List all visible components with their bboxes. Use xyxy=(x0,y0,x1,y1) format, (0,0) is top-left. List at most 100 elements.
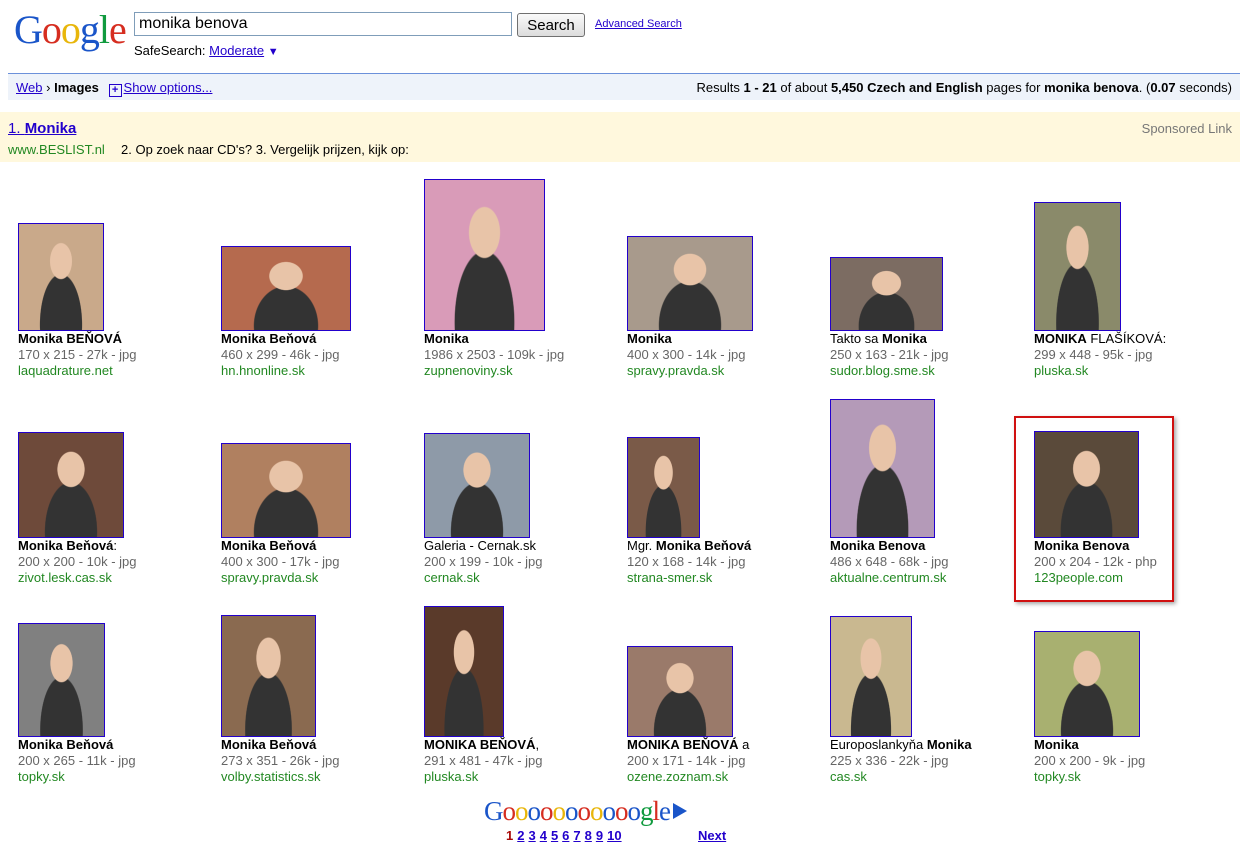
image-title: Monika xyxy=(627,331,672,346)
image-meta: 200 x 200 - 10k - jpg xyxy=(18,554,137,569)
image-thumbnail[interactable] xyxy=(1034,631,1140,737)
image-meta: 120 x 168 - 14k - jpg xyxy=(627,554,746,569)
image-thumbnail[interactable] xyxy=(424,606,504,737)
breadcrumb-separator: › xyxy=(46,80,51,95)
advanced-search-link[interactable]: Advanced Search xyxy=(595,18,682,30)
image-meta: 299 x 448 - 95k - jpg xyxy=(1034,347,1153,362)
image-meta: 291 x 481 - 47k - jpg xyxy=(424,753,543,768)
image-title: Monika Beňová xyxy=(221,737,317,752)
image-domain: ozene.zoznam.sk xyxy=(627,769,729,784)
ad-description: 2. Op zoek naar CD's? 3. Vergelijk prijz… xyxy=(121,142,409,157)
image-thumbnail[interactable] xyxy=(424,433,530,538)
ad-url: www.BESLIST.nl xyxy=(8,142,105,157)
image-title: MONIKA FLAŠÍKOVÁ: xyxy=(1034,331,1167,346)
image-domain: strana-smer.sk xyxy=(627,570,713,585)
image-thumbnail[interactable] xyxy=(1034,202,1121,331)
image-title: Takto sa Monika xyxy=(830,331,927,346)
image-meta: 400 x 300 - 14k - jpg xyxy=(627,347,746,362)
search-button[interactable]: Search xyxy=(517,13,585,37)
image-domain: pluska.sk xyxy=(1034,363,1089,378)
image-title: Monika xyxy=(1034,737,1079,752)
show-options-link[interactable]: Show options... xyxy=(124,80,213,95)
image-domain: laquadrature.net xyxy=(18,363,113,378)
page-link[interactable]: 6 xyxy=(562,828,569,843)
image-domain: hn.hnonline.sk xyxy=(221,363,305,378)
page-link[interactable]: 4 xyxy=(540,828,547,843)
image-title: MONIKA BEŇOVÁ, xyxy=(424,737,540,752)
image-meta: 200 x 265 - 11k - jpg xyxy=(18,753,136,768)
image-domain: pluska.sk xyxy=(424,769,479,784)
image-meta: 200 x 171 - 14k - jpg xyxy=(627,753,746,768)
image-meta: 170 x 215 - 27k - jpg xyxy=(18,347,137,362)
image-meta: 1986 x 2503 - 109k - jpg xyxy=(424,347,565,362)
image-domain: zupnenoviny.sk xyxy=(424,363,513,378)
image-title: Monika Benova xyxy=(830,538,926,553)
page-link[interactable]: 3 xyxy=(528,828,535,843)
image-thumbnail[interactable] xyxy=(221,443,351,538)
image-title: Europoslankyňa Monika xyxy=(830,737,972,752)
ad-title-link[interactable]: 1. Monika xyxy=(8,120,76,137)
image-thumbnail[interactable] xyxy=(18,223,104,331)
image-title: Monika xyxy=(424,331,469,346)
page-numbers: 1 2 3 4 5 6 7 8 9 10 xyxy=(506,828,626,843)
image-thumbnail[interactable] xyxy=(424,179,545,331)
safesearch-label: SafeSearch: xyxy=(134,43,206,58)
image-title: Galeria - Cernak.sk xyxy=(424,538,536,553)
image-thumbnail[interactable] xyxy=(627,437,700,538)
image-meta: 250 x 163 - 21k - jpg xyxy=(830,347,949,362)
page-link[interactable]: 10 xyxy=(607,828,621,843)
image-meta: 400 x 300 - 17k - jpg xyxy=(221,554,340,569)
image-domain: volby.statistics.sk xyxy=(221,769,321,784)
pagination: Gooooooooooogle 1 2 3 4 5 6 7 8 9 10 Next xyxy=(484,796,744,843)
image-domain: topky.sk xyxy=(1034,769,1081,784)
image-title: Monika BEŇOVÁ xyxy=(18,331,123,346)
sponsored-ad: 1. Monika www.BESLIST.nl 2. Op zoek naar… xyxy=(0,112,1240,162)
image-meta: 460 x 299 - 46k - jpg xyxy=(221,347,340,362)
safesearch: SafeSearch: Moderate ▼ xyxy=(134,43,279,58)
image-title: Monika Beňová xyxy=(221,331,317,346)
page-link[interactable]: 9 xyxy=(596,828,603,843)
results-bar: Web › Images + Show options... Results 1 … xyxy=(8,73,1240,100)
search-input[interactable] xyxy=(134,12,512,36)
images-tab: Images xyxy=(54,80,99,95)
image-thumbnail[interactable] xyxy=(830,616,912,737)
image-meta: 486 x 648 - 68k - jpg xyxy=(830,554,949,569)
image-domain: spravy.pravda.sk xyxy=(221,570,319,585)
image-domain: zivot.lesk.cas.sk xyxy=(18,570,112,585)
image-meta: 225 x 336 - 22k - jpg xyxy=(830,753,949,768)
image-thumbnail[interactable] xyxy=(18,623,105,737)
next-arrow-icon[interactable] xyxy=(673,803,687,819)
image-domain: cas.sk xyxy=(830,769,867,784)
image-thumbnail[interactable] xyxy=(221,615,316,737)
page-link[interactable]: 7 xyxy=(573,828,580,843)
image-domain: cernak.sk xyxy=(424,570,480,585)
highlight-box xyxy=(1014,416,1174,602)
image-meta: 200 x 199 - 10k - jpg xyxy=(424,554,543,569)
image-title: MONIKA BEŇOVÁ a xyxy=(627,737,750,752)
image-domain: sudor.blog.sme.sk xyxy=(830,363,935,378)
image-thumbnail[interactable] xyxy=(830,257,943,331)
image-thumbnail[interactable] xyxy=(627,646,733,737)
plus-icon[interactable]: + xyxy=(108,84,122,97)
next-page-link[interactable]: Next xyxy=(698,828,726,843)
image-thumbnail[interactable] xyxy=(18,432,124,538)
sponsored-link-label: Sponsored Link xyxy=(1141,121,1232,136)
dropdown-arrow-icon[interactable]: ▼ xyxy=(268,46,279,58)
image-domain: aktualne.centrum.sk xyxy=(830,570,947,585)
image-title: Monika Beňová xyxy=(221,538,317,553)
image-domain: topky.sk xyxy=(18,769,65,784)
google-logo[interactable]: Google xyxy=(14,6,127,53)
page-link[interactable]: 5 xyxy=(551,828,558,843)
image-title: Monika Beňová xyxy=(18,737,114,752)
page-link[interactable]: 8 xyxy=(585,828,592,843)
image-title: Mgr. Monika Beňová xyxy=(627,538,752,553)
image-thumbnail[interactable] xyxy=(830,399,935,538)
image-thumbnail[interactable] xyxy=(627,236,753,331)
image-title: Monika Beňová: xyxy=(18,538,117,553)
results-summary: Results 1 - 21 of about 5,450 Czech and … xyxy=(696,80,1232,95)
image-thumbnail[interactable] xyxy=(221,246,351,331)
page-link[interactable]: 2 xyxy=(517,828,524,843)
web-tab-link[interactable]: Web xyxy=(16,80,43,95)
image-domain: spravy.pravda.sk xyxy=(627,363,725,378)
safesearch-moderate-link[interactable]: Moderate xyxy=(209,43,264,58)
